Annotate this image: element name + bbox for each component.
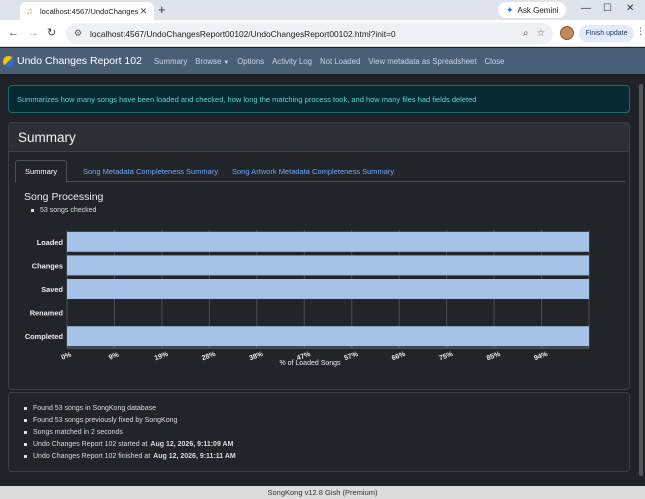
x-tick-label: 66% bbox=[391, 351, 407, 363]
minimize-icon[interactable]: — bbox=[581, 3, 591, 15]
nav-options[interactable]: Options bbox=[237, 57, 264, 66]
bullet-icon bbox=[24, 407, 27, 411]
bar-saved bbox=[67, 279, 589, 299]
info-alert: Summarizes how many songs have been load… bbox=[8, 85, 630, 113]
detail-item: Found 53 songs previously fixed by SongK… bbox=[24, 415, 236, 427]
x-tick-label: 19% bbox=[154, 351, 170, 363]
ask-gemini-label: Ask Gemini bbox=[517, 5, 559, 15]
music-note-icon: ♫ bbox=[26, 5, 33, 16]
app-footer: SongKong v12.8 Gish (Premium) bbox=[0, 486, 645, 499]
x-tick-label: 9% bbox=[108, 351, 121, 361]
nav-not-loaded[interactable]: Not Loaded bbox=[320, 57, 360, 66]
browser-tab-title: localhost:4567/UndoChangesRe bbox=[40, 6, 139, 16]
scrollbar-thumb[interactable] bbox=[639, 84, 643, 476]
detail-timestamp: Aug 12, 2026, 9:11:09 AM bbox=[150, 440, 234, 448]
details-list: Found 53 songs in SongKong database Found… bbox=[24, 403, 236, 462]
detail-item: Undo Changes Report 102 started at Aug 12… bbox=[24, 438, 236, 450]
bar-changes bbox=[67, 255, 589, 276]
x-tick-label: 75% bbox=[438, 351, 454, 363]
x-tick-label: 94% bbox=[533, 351, 549, 363]
bullet-icon bbox=[24, 419, 27, 423]
ask-gemini-button[interactable]: ✦ Ask Gemini bbox=[498, 2, 567, 18]
x-tick-label: 28% bbox=[201, 351, 217, 363]
bullet-icon bbox=[24, 430, 27, 434]
category-label: Completed bbox=[25, 332, 64, 341]
bar-completed bbox=[67, 326, 589, 347]
detail-text: Found 53 songs in SongKong database bbox=[33, 405, 156, 413]
x-tick-label: 57% bbox=[343, 351, 359, 363]
category-label: Changes bbox=[32, 261, 63, 270]
x-tick-label: 0% bbox=[61, 351, 74, 361]
new-tab-button[interactable]: + bbox=[158, 3, 166, 16]
browser-tabstrip: ♫ localhost:4567/UndoChangesRe ✕ + ✦ Ask… bbox=[0, 0, 645, 20]
x-tick-label: 38% bbox=[249, 351, 265, 363]
zoom-icon[interactable]: ⌕ bbox=[523, 28, 528, 39]
x-axis-title: % of Loaded Songs bbox=[279, 360, 341, 367]
bullet-icon bbox=[24, 442, 27, 446]
profile-avatar[interactable] bbox=[560, 26, 574, 40]
detail-item: Undo Changes Report 102 finished at Aug 1… bbox=[24, 450, 236, 462]
app-navbar: Undo Changes Report 102 Summary Browse ▼ … bbox=[0, 48, 645, 74]
address-bar[interactable]: ⚙ localhost:4567/UndoChangesReport00102/… bbox=[66, 23, 553, 44]
x-tick-label: 85% bbox=[486, 351, 502, 363]
songkong-logo-icon bbox=[3, 55, 14, 67]
detail-item: Songs matched in 2 seconds bbox=[24, 427, 236, 439]
bullet-icon bbox=[24, 454, 27, 458]
page-scrollbar[interactable] bbox=[637, 74, 645, 486]
details-card: Found 53 songs in SongKong database Found… bbox=[8, 392, 630, 472]
close-tab-icon[interactable]: ✕ bbox=[139, 6, 148, 17]
category-label: Renamed bbox=[30, 309, 64, 318]
nav-view-spreadsheet[interactable]: View metadata as Spreadsheet bbox=[368, 57, 476, 66]
browser-tab[interactable]: ♫ localhost:4567/UndoChangesRe ✕ bbox=[20, 2, 154, 20]
browser-toolbar: ← → ↻ ⚙ localhost:4567/UndoChangesReport… bbox=[0, 20, 645, 47]
maximize-icon[interactable]: ☐ bbox=[603, 3, 612, 15]
forward-icon[interactable]: → bbox=[28, 26, 39, 40]
bookmark-star-icon[interactable]: ☆ bbox=[536, 28, 545, 39]
dropdown-caret-icon: ▼ bbox=[223, 59, 230, 66]
detail-text: Songs matched in 2 seconds bbox=[33, 428, 123, 436]
nav-summary[interactable]: Summary bbox=[154, 57, 187, 66]
detail-text: Undo Changes Report 102 started at bbox=[33, 440, 148, 448]
detail-item: Found 53 songs in SongKong database bbox=[24, 403, 236, 415]
category-label: Saved bbox=[41, 285, 63, 294]
song-processing-chart: Loaded Changes Saved Renamed Completed 0% 9% 19… bbox=[25, 230, 590, 367]
app-brand[interactable]: Undo Changes Report 102 bbox=[3, 55, 142, 67]
brand-title: Undo Changes Report 102 bbox=[17, 55, 142, 67]
nav-activity-log[interactable]: Activity Log bbox=[272, 57, 312, 66]
nav-close[interactable]: Close bbox=[485, 57, 505, 66]
nav-browse-label: Browse bbox=[195, 56, 222, 66]
reload-icon[interactable]: ↻ bbox=[47, 26, 56, 40]
category-label: Loaded bbox=[37, 238, 64, 247]
detail-timestamp: Aug 12, 2026, 9:11:11 AM bbox=[153, 452, 236, 460]
browser-menu-icon[interactable]: ⋮ bbox=[636, 26, 645, 37]
detail-text: Undo Changes Report 102 finished at bbox=[33, 452, 151, 460]
back-icon[interactable]: ← bbox=[8, 26, 19, 40]
url-text: localhost:4567/UndoChangesReport00102/Un… bbox=[90, 28, 396, 39]
close-window-icon[interactable]: ✕ bbox=[626, 3, 634, 15]
finish-update-button[interactable]: Finish update bbox=[579, 25, 634, 42]
summary-card: Summary Summary Song Metadata Completene… bbox=[8, 122, 630, 390]
bar-loaded bbox=[67, 231, 589, 252]
site-info-icon[interactable]: ⚙ bbox=[74, 28, 84, 39]
nav-browse[interactable]: Browse ▼ bbox=[195, 57, 229, 66]
gemini-icon: ✦ bbox=[506, 4, 514, 15]
detail-text: Found 53 songs previously fixed by SongK… bbox=[33, 417, 178, 425]
